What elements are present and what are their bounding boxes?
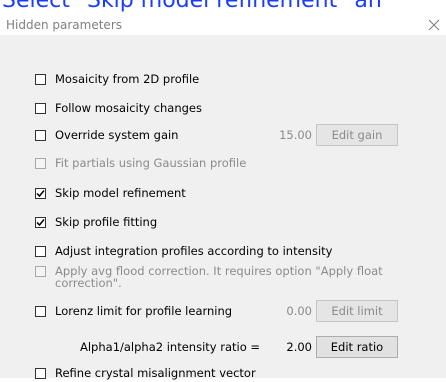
checkbox-box[interactable] bbox=[35, 73, 46, 85]
title-bar: Hidden parameters bbox=[0, 15, 446, 35]
checkbox-box[interactable] bbox=[35, 129, 46, 141]
checkmark-icon bbox=[36, 218, 45, 226]
lorenz-value: 0.00 bbox=[286, 304, 312, 318]
checkbox-box[interactable] bbox=[35, 367, 46, 379]
alpha-ratio-label: Alpha1/alpha2 intensity ratio = bbox=[80, 340, 261, 354]
checkbox-box[interactable] bbox=[35, 305, 46, 317]
checkbox-apply-flood-correction[interactable]: Apply avg flood correction. It requires … bbox=[35, 265, 415, 289]
checkbox-box[interactable] bbox=[35, 187, 46, 199]
close-icon bbox=[428, 19, 440, 31]
checkbox-label: Skip model refinement bbox=[55, 186, 186, 200]
close-button[interactable] bbox=[416, 15, 446, 37]
alpha-ratio-value: 2.00 bbox=[286, 340, 312, 354]
checkbox-skip-profile-fitting[interactable]: Skip profile fitting bbox=[35, 213, 157, 231]
edit-gain-button[interactable]: Edit gain bbox=[316, 124, 398, 146]
checkbox-label: Lorenz limit for profile learning bbox=[55, 304, 233, 318]
checkbox-box[interactable] bbox=[35, 245, 46, 257]
checkbox-label: Fit partials using Gaussian profile bbox=[55, 156, 247, 170]
edit-limit-button[interactable]: Edit limit bbox=[316, 300, 398, 322]
checkbox-follow-mosaicity[interactable]: Follow mosaicity changes bbox=[35, 99, 202, 117]
checkbox-lorenz-limit[interactable]: Lorenz limit for profile learning bbox=[35, 302, 232, 320]
checkbox-label: Override system gain bbox=[55, 128, 179, 142]
dialog-title: Hidden parameters bbox=[6, 18, 122, 32]
checkbox-label: Skip profile fitting bbox=[55, 215, 158, 229]
checkbox-box[interactable] bbox=[35, 216, 46, 228]
checkbox-box[interactable] bbox=[35, 157, 46, 169]
checkbox-refine-crystal-misalignment[interactable]: Refine crystal misalignment vector bbox=[35, 364, 256, 382]
checkbox-override-gain[interactable]: Override system gain bbox=[35, 126, 178, 144]
checkbox-label: Adjust integration profiles according to… bbox=[55, 244, 333, 258]
checkbox-label: Follow mosaicity changes bbox=[55, 101, 203, 115]
checkbox-label: Apply avg flood correction. It requires … bbox=[55, 264, 383, 290]
checkbox-mosaicity-2d-profile[interactable]: Mosaicity from 2D profile bbox=[35, 70, 199, 88]
checkbox-fit-partials[interactable]: Fit partials using Gaussian profile bbox=[35, 154, 246, 172]
edit-ratio-button[interactable]: Edit ratio bbox=[316, 336, 398, 358]
checkbox-box[interactable] bbox=[35, 266, 46, 277]
checkmark-icon bbox=[36, 189, 45, 197]
checkbox-box[interactable] bbox=[35, 102, 46, 114]
instruction-text: Select "Skip model refinement" an bbox=[2, 0, 382, 13]
checkbox-adjust-integration-profiles[interactable]: Adjust integration profiles according to… bbox=[35, 242, 332, 260]
checkbox-skip-model-refinement[interactable]: Skip model refinement bbox=[35, 184, 186, 202]
instruction-banner: Select "Skip model refinement" an bbox=[0, 0, 446, 16]
checkbox-label: Mosaicity from 2D profile bbox=[55, 72, 200, 86]
gain-value: 15.00 bbox=[279, 128, 312, 142]
